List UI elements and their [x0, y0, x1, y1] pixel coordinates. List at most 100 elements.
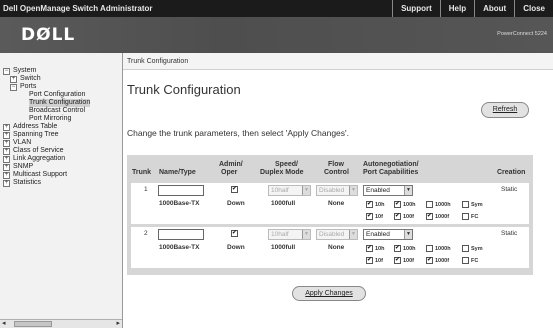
header-flow: Flow	[328, 161, 344, 168]
dell-logo: DØLL	[21, 25, 76, 45]
tree-item-system[interactable]: System	[13, 67, 36, 75]
tree-item-statistics[interactable]: Statistics	[13, 179, 41, 187]
chevron-down-icon: ▼	[349, 186, 357, 195]
help-link[interactable]: Help	[439, 0, 474, 17]
header-trunk: Trunk	[132, 169, 152, 176]
header-name-type: Name/Type	[159, 169, 196, 176]
cap-fc-label: FC	[471, 258, 479, 264]
admin-enable-checkbox[interactable]: ✔	[231, 230, 238, 237]
oper-status: Down	[227, 244, 245, 251]
expand-icon[interactable]: +	[3, 180, 10, 187]
cap-1000h-checkbox[interactable]	[426, 201, 433, 208]
trunk-name-input[interactable]	[158, 229, 204, 240]
cap-100f-checkbox[interactable]: ✔	[394, 257, 401, 264]
collapse-icon[interactable]: −	[10, 84, 17, 91]
cap-10h-checkbox[interactable]: ✔	[366, 201, 373, 208]
header-control: Control	[324, 169, 349, 176]
table-row: 2 1000Base-TX ✔ Down 10half ▼ 1000full Di…	[131, 227, 529, 268]
scroll-left-icon[interactable]: ◂	[2, 319, 6, 327]
expand-icon[interactable]: +	[3, 148, 10, 155]
device-model: PowerConnect 5224	[497, 31, 547, 37]
creation-type: Static	[501, 186, 518, 193]
check-icon: ✔	[395, 245, 401, 251]
expand-icon[interactable]: +	[3, 124, 10, 131]
tree-item-spanning-tree[interactable]: Spanning Tree	[13, 131, 59, 139]
oper-status: Down	[227, 200, 245, 207]
cap-sym-checkbox[interactable]	[462, 245, 469, 252]
admin-enable-checkbox[interactable]: ✔	[231, 186, 238, 193]
chevron-down-icon: ▼	[404, 230, 412, 239]
speed-duplex-value: 1000full	[271, 200, 296, 207]
speed-duplex-select[interactable]: 10half ▼	[268, 229, 311, 240]
tree-item-class-of-service[interactable]: Class of Service	[13, 147, 64, 155]
tree-item-port-mirroring[interactable]: Port Mirroring	[29, 115, 71, 123]
tree-item-link-aggregation[interactable]: Link Aggregation	[13, 155, 65, 163]
speed-duplex-select[interactable]: 10half ▼	[268, 185, 311, 196]
expand-icon[interactable]: +	[3, 172, 10, 179]
tree-item-port-configuration[interactable]: Port Configuration	[29, 91, 85, 99]
scrollbar-thumb[interactable]	[14, 321, 52, 327]
close-link[interactable]: Close	[514, 0, 553, 17]
speed-duplex-value: 1000full	[271, 244, 296, 251]
about-link[interactable]: About	[474, 0, 514, 17]
app-title: Dell OpenManage Switch Administrator	[3, 4, 153, 13]
expand-icon[interactable]: +	[10, 76, 17, 83]
header-port-capabilities: Port Capabilities	[363, 169, 419, 176]
tree-item-switch[interactable]: Switch	[20, 75, 41, 83]
tree-item-broadcast-control[interactable]: Broadcast Control	[29, 107, 85, 115]
support-link[interactable]: Support	[392, 0, 440, 17]
port-type: 1000Base-TX	[159, 244, 200, 251]
chevron-down-icon: ▼	[302, 230, 310, 239]
expand-icon[interactable]: +	[3, 164, 10, 171]
scroll-right-icon[interactable]: ▸	[116, 319, 120, 327]
flow-control-select[interactable]: Disabled ▼	[316, 185, 358, 196]
cap-sym-label: Sym	[471, 202, 483, 208]
collapse-icon[interactable]: −	[3, 68, 10, 75]
tree-item-snmp[interactable]: SNMP	[13, 163, 33, 171]
tree-item-address-table[interactable]: Address Table	[13, 123, 57, 131]
cap-fc-checkbox[interactable]	[462, 213, 469, 220]
cap-1000f-label: 1000f	[435, 214, 450, 220]
flow-control-select[interactable]: Disabled ▼	[316, 229, 358, 240]
header-creation: Creation	[497, 169, 526, 176]
trunk-name-input[interactable]	[158, 185, 204, 196]
tree-item-multicast-support[interactable]: Multicast Support	[13, 171, 67, 179]
tree-item-vlan[interactable]: VLAN	[13, 139, 31, 147]
cap-10f-checkbox[interactable]: ✔	[366, 257, 373, 264]
cap-100h-checkbox[interactable]: ✔	[394, 201, 401, 208]
autonegotiation-select[interactable]: Enabled ▼	[363, 229, 413, 240]
check-icon: ✔	[395, 201, 401, 207]
cap-1000f-checkbox[interactable]: ✔	[426, 213, 433, 220]
cap-100h-checkbox[interactable]: ✔	[394, 245, 401, 252]
page-title: Trunk Configuration	[127, 82, 241, 97]
cap-100f-label: 100f	[403, 214, 415, 220]
cap-100h-label: 100h	[403, 202, 416, 208]
expand-icon[interactable]: +	[3, 156, 10, 163]
refresh-button[interactable]: Refresh	[481, 102, 529, 118]
expand-icon[interactable]: +	[3, 132, 10, 139]
sidebar-horizontal-scrollbar[interactable]: ◂ ▸	[0, 319, 122, 328]
cap-fc-checkbox[interactable]	[462, 257, 469, 264]
cap-10h-checkbox[interactable]: ✔	[366, 245, 373, 252]
cap-sym-checkbox[interactable]	[462, 201, 469, 208]
expand-icon[interactable]: +	[3, 140, 10, 147]
brand-banner	[0, 17, 553, 53]
chevron-down-icon: ▼	[302, 186, 310, 195]
chevron-down-icon: ▼	[349, 230, 357, 239]
nav-tree: − System + Switch − Ports Port Configura…	[0, 53, 122, 319]
cap-1000h-checkbox[interactable]	[426, 245, 433, 252]
flow-control-value: None	[328, 200, 345, 207]
autonegotiation-select[interactable]: Enabled ▼	[363, 185, 413, 196]
cap-1000f-checkbox[interactable]: ✔	[426, 257, 433, 264]
apply-changes-button[interactable]: Apply Changes	[292, 286, 366, 301]
cap-100f-checkbox[interactable]: ✔	[394, 213, 401, 220]
cap-10f-label: 10f	[375, 214, 383, 220]
check-icon: ✔	[427, 213, 433, 219]
tree-item-trunk-configuration[interactable]: Trunk Configuration	[29, 99, 91, 107]
check-icon: ✔	[232, 186, 238, 192]
port-type: 1000Base-TX	[159, 200, 200, 207]
tree-item-ports[interactable]: Ports	[20, 83, 36, 91]
cap-10f-checkbox[interactable]: ✔	[366, 213, 373, 220]
cap-1000h-label: 1000h	[435, 202, 451, 208]
instructions-text: Change the trunk parameters, then select…	[127, 128, 350, 138]
